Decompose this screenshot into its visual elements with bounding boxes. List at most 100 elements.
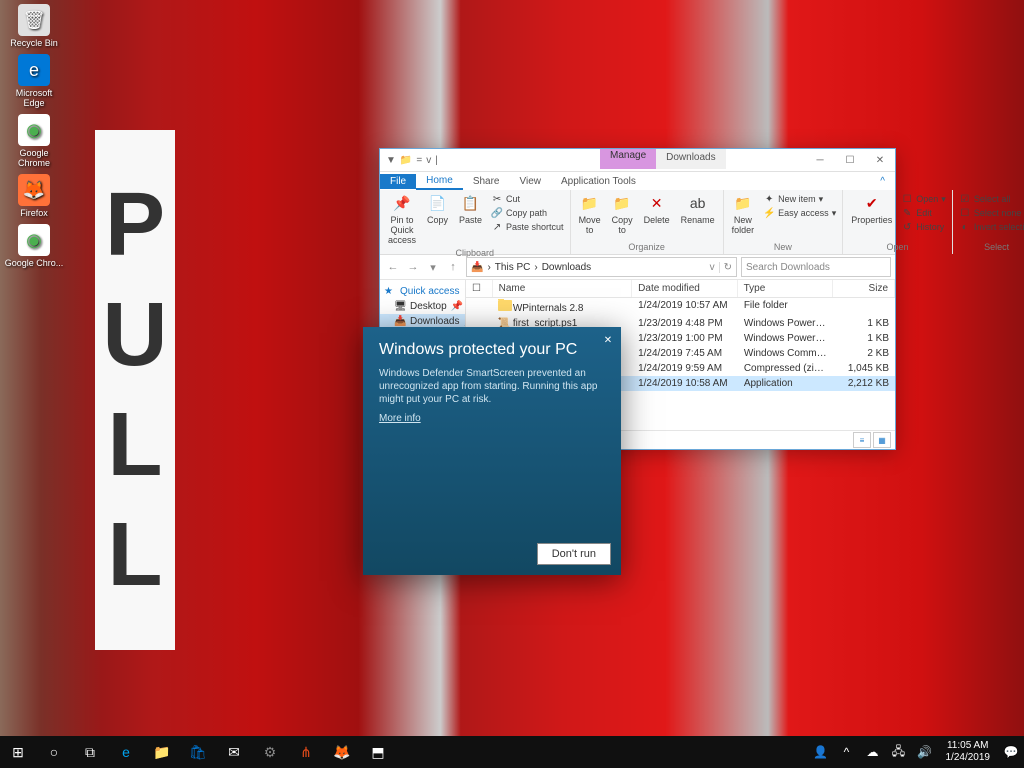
tray-volume-icon[interactable]: 🔊 [912,736,938,768]
new-item-button[interactable]: ✦New item ▾ [761,192,838,206]
col-size[interactable]: Size [833,280,895,297]
group-label: New [728,242,839,252]
breadcrumb[interactable]: This PC [495,262,531,273]
open-button[interactable]: ☐Open ▾ [899,192,948,206]
taskbar: ⊞ ○ ⧉ e 📁 🛍 ✉ ⚙ ⋔ 🦊 ⬒ 👤 ^ ☁ 🖧 🔊 11:05 AM… [0,736,1024,768]
shortcut-icon: ↗ [491,221,503,233]
tab-view[interactable]: View [510,174,552,189]
col-name[interactable]: Name [493,280,633,297]
taskbar-app2[interactable]: ⬒ [360,736,396,768]
dont-run-button[interactable]: Don't run [537,543,611,565]
more-info-link[interactable]: More info [379,413,421,424]
col-date[interactable]: Date modified [632,280,737,297]
wallpaper-pull-sign: PULL [95,130,175,650]
invert-selection-button[interactable]: ◐Invert selection [957,220,1024,234]
desktop-icon-edge[interactable]: eMicrosoft Edge [4,54,64,108]
tray-overflow-icon[interactable]: ^ [834,736,860,768]
ribbon: 📌Pin to Quick access 📄Copy 📋Paste ✂Cut 🔗… [380,190,895,255]
maximize-button[interactable]: ☐ [835,149,865,171]
tab-application-tools[interactable]: Application Tools [551,174,646,189]
smartscreen-dialog: ✕ Windows protected your PC Windows Defe… [363,327,621,575]
col-checkbox[interactable]: ☐ [466,280,493,297]
titlebar[interactable]: ▼ 📁 = v | Manage Downloads ─ ☐ ✕ [380,149,895,172]
paste-button[interactable]: 📋Paste [455,192,486,228]
taskbar-mail[interactable]: ✉ [216,736,252,768]
view-details-button[interactable]: ≡ [853,432,871,448]
tab-file[interactable]: File [380,174,416,189]
start-button[interactable]: ⊞ [0,736,36,768]
search-button[interactable]: ○ [36,736,72,768]
tray-clock[interactable]: 11:05 AM1/24/2019 [938,740,999,764]
rename-button[interactable]: abRename [677,192,719,228]
context-tab-header: Manage [600,149,656,169]
taskbar-settings[interactable]: ⚙ [252,736,288,768]
task-view-button[interactable]: ⧉ [72,736,108,768]
group-label: Open [847,242,948,252]
tab-share[interactable]: Share [463,174,510,189]
taskbar-edge[interactable]: e [108,736,144,768]
delete-button[interactable]: ✕Delete [640,192,674,228]
nav-recent-button[interactable]: ▾ [424,258,442,276]
tray-onedrive-icon[interactable]: ☁ [860,736,886,768]
desktop-icon-firefox[interactable]: 🦊Firefox [4,174,64,218]
select-none-button[interactable]: ☐Select none [957,206,1024,220]
ribbon-collapse-icon[interactable]: ^ [870,174,895,189]
nav-quick-access[interactable]: ★Quick access [380,284,465,299]
col-type[interactable]: Type [738,280,834,297]
nav-forward-button[interactable]: → [404,258,422,276]
copy-to-button[interactable]: 📁Copy to [608,192,637,238]
easy-access-button[interactable]: ⚡Easy access ▾ [761,206,838,220]
tray-people-icon[interactable]: 👤 [808,736,834,768]
properties-icon: ✔ [862,194,882,214]
new-folder-icon: 📁 [733,194,753,214]
nav-up-button[interactable]: ↑ [444,258,462,276]
copy-button[interactable]: 📄Copy [423,192,452,228]
search-input[interactable]: Search Downloads [741,257,891,277]
tray-network-icon[interactable]: 🖧 [886,736,912,768]
breadcrumb[interactable]: Downloads [542,262,591,273]
taskbar-firefox[interactable]: 🦊 [324,736,360,768]
close-button[interactable]: ✕ [865,149,895,171]
new-folder-button[interactable]: 📁New folder [728,192,759,238]
rename-icon: ab [688,194,708,214]
edit-button[interactable]: ✎Edit [899,206,948,220]
file-row[interactable]: WPinternals 2.81/24/2019 10:57 AMFile fo… [466,298,895,316]
pin-quick-access-button[interactable]: 📌Pin to Quick access [384,192,420,248]
tab-home[interactable]: Home [416,173,463,190]
address-bar-row: ← → ▾ ↑ 📥 ›This PC ›Downloads v ↻ Search… [380,255,895,280]
desktop-icon-recycle-bin[interactable]: 🗑Recycle Bin [4,4,64,48]
move-to-button[interactable]: 📁Move to [575,192,605,238]
select-all-button[interactable]: ☑Select all [957,192,1024,206]
copy-path-button[interactable]: 🔗Copy path [489,206,566,220]
desktop-icon-chrome[interactable]: ◉Google Chrome [4,114,64,168]
nav-desktop[interactable]: 🖥Desktop📌 [380,299,465,314]
move-icon: 📁 [580,194,600,214]
context-tab[interactable]: Downloads [656,149,725,169]
dialog-close-button[interactable]: ✕ [599,331,617,349]
chevron-down-icon[interactable]: v [710,262,715,273]
copyto-icon: 📁 [612,194,632,214]
open-icon: ☐ [901,193,913,205]
paste-icon: 📋 [461,194,481,214]
tray-notifications-icon[interactable]: 💬 [998,736,1024,768]
desktop-icon-chrome2[interactable]: ◉Google Chro... [4,224,64,268]
taskbar-explorer[interactable]: 📁 [144,736,180,768]
refresh-icon[interactable]: ↻ [719,262,732,273]
taskbar-store[interactable]: 🛍 [180,736,216,768]
address-bar[interactable]: 📥 ›This PC ›Downloads v ↻ [466,257,737,277]
cut-button[interactable]: ✂Cut [489,192,566,206]
ribbon-tabs: File Home Share View Application Tools ^ [380,172,895,190]
qat-item[interactable]: = [416,155,422,166]
download-icon: 📥 [394,316,406,327]
properties-button[interactable]: ✔Properties [847,192,896,228]
paste-shortcut-button[interactable]: ↗Paste shortcut [489,220,566,234]
minimize-button[interactable]: ─ [805,149,835,171]
history-button[interactable]: ↺History [899,220,948,234]
quick-access-toolbar: ▼ 📁 = v | [380,155,444,166]
nav-back-button[interactable]: ← [384,258,402,276]
view-large-icons-button[interactable]: ▦ [873,432,891,448]
qat-item[interactable]: v [426,155,431,166]
qat-dropdown-icon[interactable]: ▼ [386,155,396,166]
invert-icon: ◐ [959,221,971,233]
taskbar-app1[interactable]: ⋔ [288,736,324,768]
